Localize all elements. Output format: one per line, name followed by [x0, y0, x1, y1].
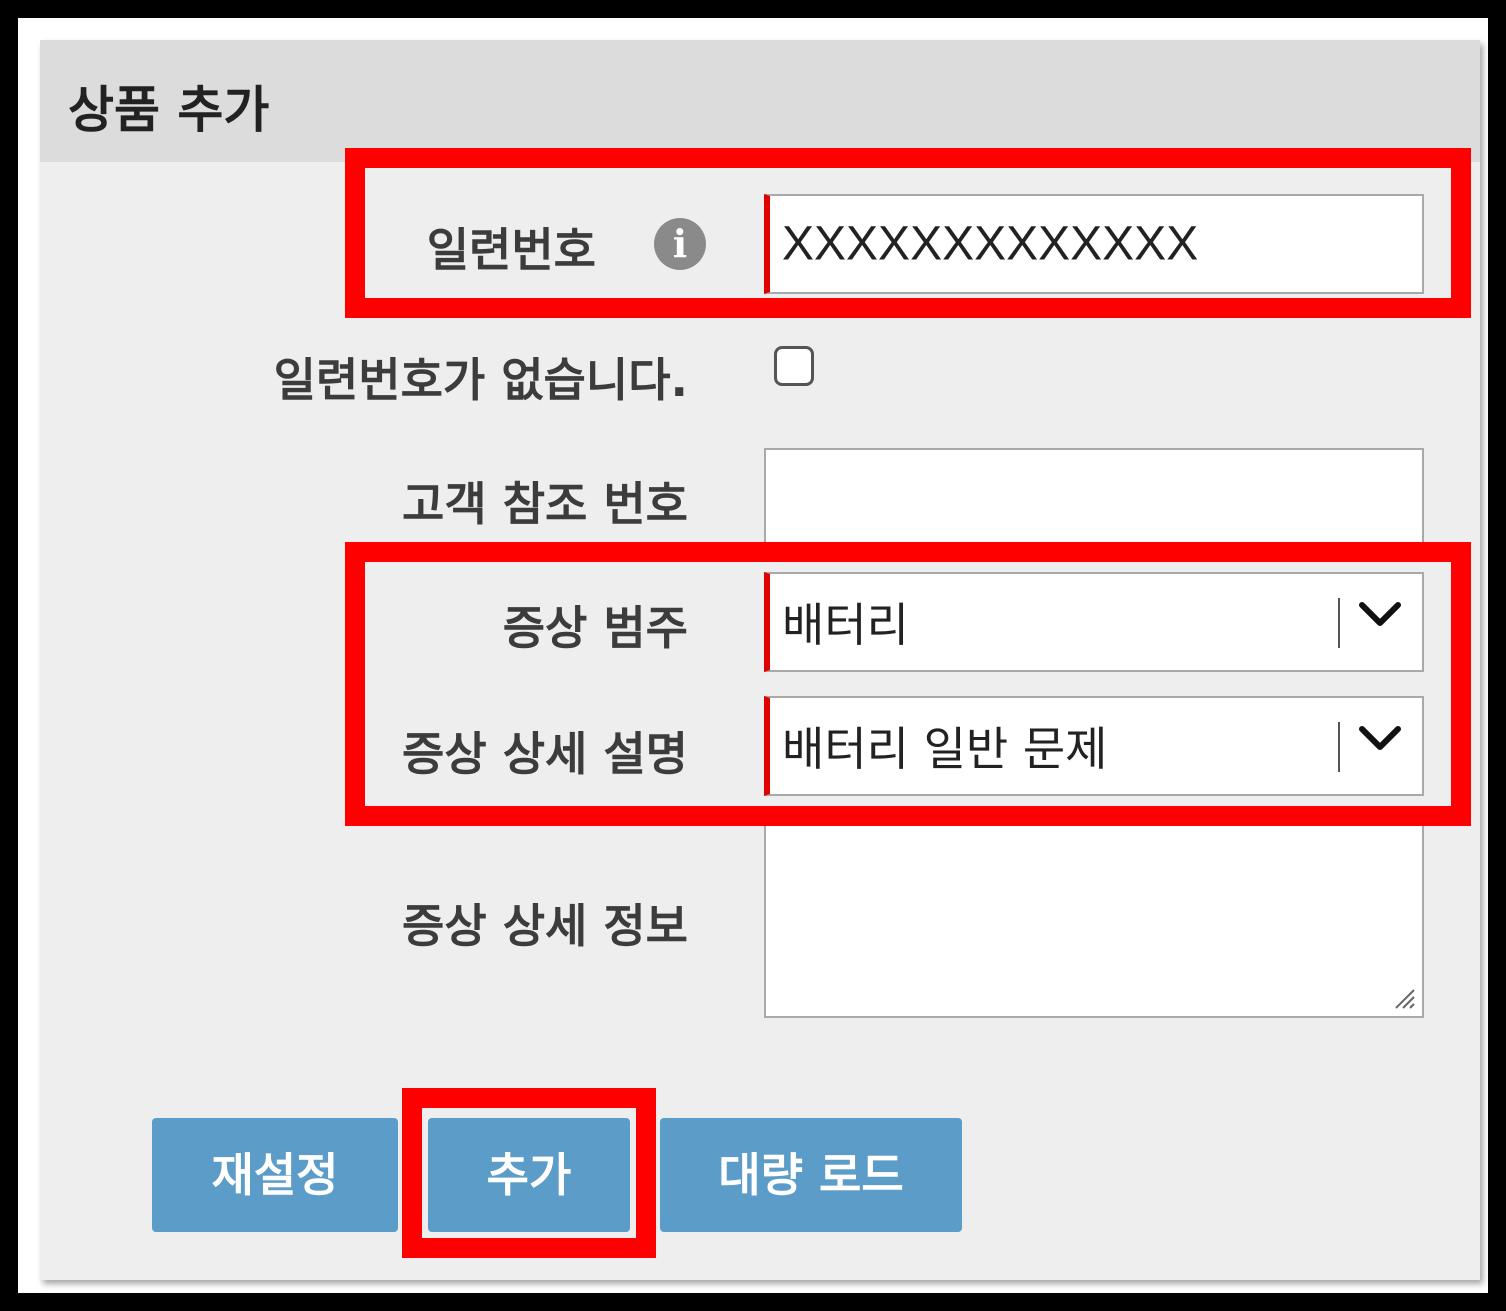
- symptom-detail-info-label: 증상 상세 정보: [402, 899, 688, 953]
- bulk-load-button[interactable]: 대량 로드: [660, 1118, 962, 1232]
- serial-label: 일련번호: [426, 223, 596, 277]
- symptom-category-value: 배터리: [782, 598, 909, 652]
- resize-grip-icon[interactable]: [1390, 984, 1416, 1010]
- info-icon[interactable]: i: [654, 218, 706, 270]
- symptom-detail-desc-label: 증상 상세 설명: [402, 727, 688, 781]
- screenshot-frame: 상품 추가 일련번호 i XXXXXXXXXXXXX 일련번호가 없습니다. 고…: [0, 0, 1506, 1311]
- customer-ref-label: 고객 참조 번호: [402, 477, 688, 531]
- select-separator: [1338, 598, 1340, 648]
- no-serial-checkbox[interactable]: [774, 346, 814, 386]
- customer-ref-input[interactable]: [764, 448, 1424, 548]
- add-button[interactable]: 추가: [428, 1118, 630, 1232]
- symptom-detail-desc-select[interactable]: 배터리 일반 문제: [764, 696, 1424, 796]
- symptom-detail-desc-value: 배터리 일반 문제: [782, 722, 1108, 776]
- chevron-down-icon: [1359, 726, 1401, 750]
- symptom-category-select[interactable]: 배터리: [764, 572, 1424, 672]
- serial-number-field[interactable]: XXXXXXXXXXXXX: [764, 194, 1424, 294]
- symptom-detail-info-textarea[interactable]: [764, 818, 1424, 1018]
- panel-header: 상품 추가: [40, 40, 1480, 162]
- reset-button[interactable]: 재설정: [152, 1118, 398, 1232]
- serial-number-value: XXXXXXXXXXXXX: [782, 217, 1199, 271]
- no-serial-label: 일련번호가 없습니다.: [273, 353, 688, 407]
- panel-title: 상품 추가: [68, 81, 270, 139]
- symptom-category-label: 증상 범주: [502, 601, 688, 655]
- select-separator: [1338, 722, 1340, 772]
- chevron-down-icon: [1359, 602, 1401, 626]
